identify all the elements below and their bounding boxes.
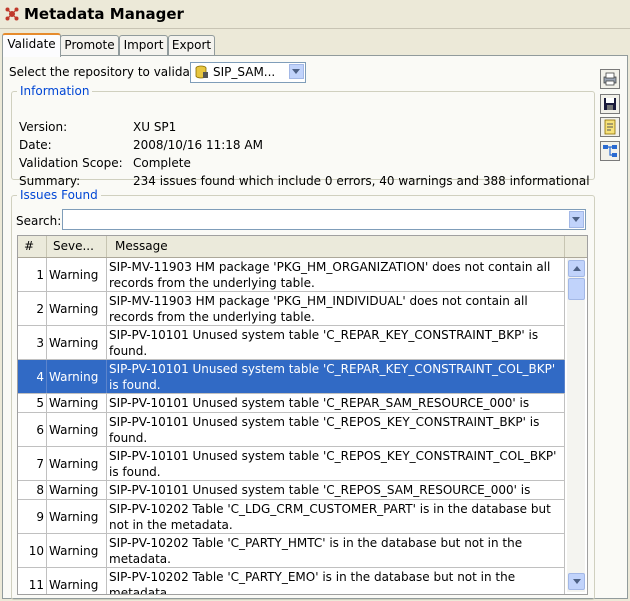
row-number: 2: [18, 292, 47, 325]
hierarchy-icon: [603, 145, 617, 157]
row-severity: Warning: [47, 360, 107, 393]
repository-label: Select the repository to validate:: [9, 65, 206, 79]
row-number: 4: [18, 360, 47, 393]
row-message: SIP-MV-11903 HM package 'PKG_HM_ORGANIZA…: [107, 258, 565, 291]
window-title: Metadata Manager: [24, 5, 184, 23]
row-message: SIP-PV-10101 Unused system table 'C_REPO…: [107, 481, 565, 499]
repository-select[interactable]: SIP_SAM...: [190, 62, 306, 83]
tab-import[interactable]: Import: [119, 35, 168, 55]
row-message: SIP-PV-10101 Unused system table 'C_REPA…: [107, 326, 565, 359]
chevron-down-icon[interactable]: [289, 64, 304, 79]
date-label: Date:: [19, 138, 52, 152]
row-message: SIP-PV-10202 Table 'C_LDG_CRM_CUSTOMER_P…: [107, 500, 565, 533]
table-row[interactable]: 2 Warning SIP-MV-11903 HM package 'PKG_HM_…: [18, 292, 565, 326]
column-header-message[interactable]: Message: [107, 236, 565, 257]
row-severity: Warning: [47, 447, 107, 480]
table-header: # Seve... Message: [18, 236, 587, 258]
scroll-thumb[interactable]: [568, 278, 585, 300]
issues-legend: Issues Found: [20, 188, 98, 202]
chevron-down-icon[interactable]: [569, 211, 584, 228]
table-row[interactable]: 6 Warning SIP-PV-10101 Unused system table…: [18, 413, 565, 447]
database-icon: [195, 65, 208, 79]
issues-table: # Seve... Message 1 Warning SIP-MV-11903 H…: [17, 235, 588, 595]
information-group: Information Version: XU SP1 Date: 2008/1…: [11, 84, 595, 188]
table-row[interactable]: 3 Warning SIP-PV-10101 Unused system table…: [18, 326, 565, 360]
print-icon: [603, 72, 617, 86]
column-header-number[interactable]: #: [18, 236, 47, 257]
title-bar: Metadata Manager: [0, 0, 630, 29]
chevron-down-icon: [573, 579, 581, 584]
report-button[interactable]: [600, 117, 620, 137]
row-message: SIP-PV-10202 Table 'C_PARTY_HMTC' is in …: [107, 534, 565, 567]
row-number: 8: [18, 481, 47, 499]
row-number: 1: [18, 258, 47, 291]
table-row[interactable]: 7 Warning SIP-PV-10101 Unused system table…: [18, 447, 565, 481]
row-severity: Warning: [47, 258, 107, 291]
table-row[interactable]: 10 Warning SIP-PV-10202 Table 'C_PARTY_HMT…: [18, 534, 565, 568]
table-row[interactable]: 11 Warning SIP-PV-10202 Table 'C_PARTY_EMO…: [18, 568, 565, 594]
table-row[interactable]: 4 Warning SIP-PV-10101 Unused system table…: [18, 360, 565, 394]
tab-export[interactable]: Export: [168, 35, 215, 55]
table-body: 1 Warning SIP-MV-11903 HM package 'PKG_HM_…: [18, 258, 565, 594]
row-severity: Warning: [47, 413, 107, 446]
row-severity: Warning: [47, 292, 107, 325]
vertical-scrollbar[interactable]: [567, 258, 585, 592]
row-message: SIP-PV-10101 Unused system table 'C_REPO…: [107, 447, 565, 480]
table-row[interactable]: 5 Warning SIP-PV-10101 Unused system table…: [18, 394, 565, 413]
version-label: Version:: [19, 120, 68, 134]
row-severity: Warning: [47, 326, 107, 359]
search-input[interactable]: [62, 209, 586, 230]
row-severity: Warning: [47, 500, 107, 533]
table-row[interactable]: 1 Warning SIP-MV-11903 HM package 'PKG_HM_…: [18, 258, 565, 292]
row-severity: Warning: [47, 481, 107, 499]
search-label: Search:: [16, 214, 62, 228]
row-severity: Warning: [47, 568, 107, 594]
row-message: SIP-MV-11903 HM package 'PKG_HM_INDIVIDU…: [107, 292, 565, 325]
scroll-up-button[interactable]: [568, 260, 585, 277]
date-value: 2008/10/16 11:18 AM: [133, 138, 263, 152]
row-number: 10: [18, 534, 47, 567]
scope-value: Complete: [133, 156, 191, 170]
row-message: SIP-PV-10101 Unused system table 'C_REPO…: [107, 413, 565, 446]
save-icon: [604, 98, 616, 110]
row-number: 9: [18, 500, 47, 533]
scroll-down-button[interactable]: [568, 573, 585, 590]
version-value: XU SP1: [133, 120, 177, 134]
tab-validate[interactable]: Validate: [2, 33, 61, 57]
row-message: SIP-PV-10101 Unused system table 'C_REPA…: [107, 360, 565, 393]
repository-value: SIP_SAM...: [213, 65, 276, 79]
print-button[interactable]: [600, 69, 620, 89]
chevron-up-icon: [573, 266, 581, 271]
table-row[interactable]: 8 Warning SIP-PV-10101 Unused system table…: [18, 481, 565, 500]
summary-label: Summary:: [19, 174, 81, 188]
row-number: 5: [18, 394, 47, 412]
report-icon: [604, 119, 616, 135]
row-number: 3: [18, 326, 47, 359]
scope-label: Validation Scope:: [19, 156, 123, 170]
row-number: 11: [18, 568, 47, 594]
table-row[interactable]: 9 Warning SIP-PV-10202 Table 'C_LDG_CRM_CU…: [18, 500, 565, 534]
row-severity: Warning: [47, 534, 107, 567]
row-severity: Warning: [47, 394, 107, 412]
save-button[interactable]: [600, 94, 620, 114]
row-message: SIP-PV-10202 Table 'C_PARTY_EMO' is in t…: [107, 568, 565, 594]
metadata-manager-app-icon: [5, 7, 19, 21]
information-legend: Information: [20, 84, 90, 98]
row-number: 6: [18, 413, 47, 446]
row-message: SIP-PV-10101 Unused system table 'C_REPA…: [107, 394, 565, 412]
tab-promote[interactable]: Promote: [60, 35, 119, 55]
hierarchy-button[interactable]: [600, 141, 620, 161]
row-number: 7: [18, 447, 47, 480]
column-header-severity[interactable]: Seve...: [47, 236, 107, 257]
summary-value: 234 issues found which include 0 errors,…: [133, 174, 590, 188]
